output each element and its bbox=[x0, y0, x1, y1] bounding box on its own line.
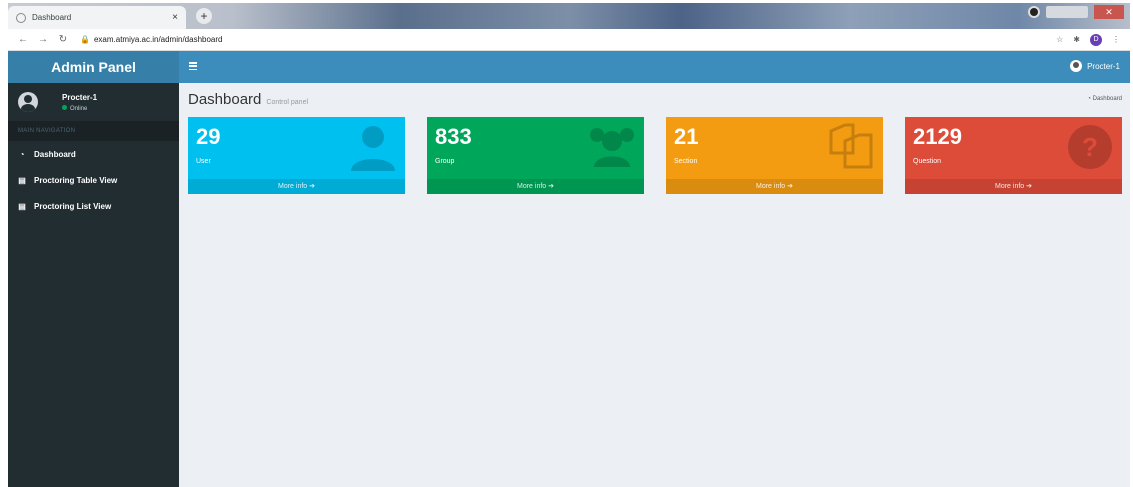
back-icon[interactable]: ← bbox=[16, 34, 30, 45]
online-dot-icon bbox=[62, 104, 67, 110]
more-info-link[interactable]: More info ➔ bbox=[188, 179, 405, 194]
user-panel: Procter-1 Online bbox=[8, 83, 179, 121]
user-icon bbox=[351, 126, 395, 171]
address-bar: ← → ↻ 🔒 exam.atmiya.ac.in/admin/dashboar… bbox=[8, 29, 1130, 51]
sidebar-item-label: Dashboard bbox=[34, 149, 76, 159]
bookmark-star-icon[interactable]: ☆ bbox=[1056, 35, 1063, 44]
window-close-button[interactable]: ✕ bbox=[1094, 5, 1124, 19]
browser-tab[interactable]: Dashboard × bbox=[8, 6, 186, 29]
sidebar-item-proctoring-table-view[interactable]: ▤ Proctoring Table View bbox=[8, 167, 179, 193]
sidebar: Admin Panel Procter-1 Online MAIN NAVIGA… bbox=[8, 51, 179, 487]
toolbar-icons: ☆ ✱ D ⋮ bbox=[1056, 33, 1130, 46]
content-header: Dashboard Control panel bbox=[188, 91, 308, 108]
minimize-maximize-buttons[interactable] bbox=[1046, 6, 1088, 18]
top-user-menu[interactable]: Procter-1 bbox=[1070, 60, 1120, 72]
stat-box-section: 21 Section More info ➔ bbox=[666, 117, 883, 194]
sidebar-item-proctoring-list-view[interactable]: ▤ Proctoring List View bbox=[8, 193, 179, 219]
top-navbar: Procter-1 bbox=[179, 51, 1130, 83]
tab-close-icon[interactable]: × bbox=[172, 12, 178, 23]
svg-text:?: ? bbox=[1082, 132, 1098, 162]
hamburger-menu-icon[interactable] bbox=[189, 62, 197, 70]
url-field[interactable]: exam.atmiya.ac.in/admin/dashboard bbox=[94, 35, 223, 44]
profile-avatar[interactable]: D bbox=[1090, 33, 1102, 46]
main-content: Dashboard Control panel ◔ Dashboard 29 U… bbox=[179, 83, 1130, 487]
more-info-link[interactable]: More info ➔ bbox=[427, 179, 644, 194]
admin-app: Admin Panel Procter-1 Online MAIN NAVIGA… bbox=[8, 51, 1130, 487]
page-subtitle: Control panel bbox=[266, 99, 309, 106]
reload-icon[interactable]: ↻ bbox=[56, 34, 70, 45]
question-icon: ? bbox=[1068, 125, 1112, 169]
user-avatar-icon bbox=[18, 92, 38, 112]
tab-title: Dashboard bbox=[32, 13, 72, 22]
dashboard-icon: ◔ bbox=[19, 149, 25, 159]
sidebar-item-label: Proctoring List View bbox=[34, 201, 112, 211]
nav-header: MAIN NAVIGATION bbox=[8, 121, 179, 141]
browser-profile-icon[interactable] bbox=[1028, 6, 1040, 18]
stat-boxes: 29 User More info ➔ 833 Group More info … bbox=[188, 117, 1130, 194]
tab-bar: Dashboard × + ✕ bbox=[8, 3, 1130, 29]
new-tab-button[interactable]: + bbox=[196, 8, 212, 24]
extensions-icon[interactable]: ✱ bbox=[1073, 35, 1080, 44]
menu-kebab-icon[interactable]: ⋮ bbox=[1112, 35, 1120, 44]
sidebar-item-dashboard[interactable]: ◔ Dashboard bbox=[8, 141, 179, 167]
stat-box-user: 29 User More info ➔ bbox=[188, 117, 405, 194]
app-logo[interactable]: Admin Panel bbox=[8, 51, 179, 83]
breadcrumb[interactable]: ◔ Dashboard bbox=[1087, 96, 1122, 102]
lock-icon[interactable]: 🔒 bbox=[80, 35, 90, 44]
stat-box-question: 2129 Question ? More info ➔ bbox=[905, 117, 1122, 194]
file-icon: ▤ bbox=[18, 175, 26, 185]
user-avatar-icon bbox=[1070, 60, 1083, 72]
user-name: Procter-1 bbox=[62, 92, 98, 102]
window-controls: ✕ bbox=[1028, 5, 1124, 19]
browser-window: Dashboard × + ✕ ← → ↻ 🔒 exam.atmiya.ac.i… bbox=[8, 3, 1130, 487]
more-info-link[interactable]: More info ➔ bbox=[905, 179, 1122, 194]
user-status: Online bbox=[62, 104, 97, 112]
forward-icon[interactable]: → bbox=[36, 34, 50, 45]
users-icon bbox=[590, 128, 634, 167]
stat-box-group: 833 Group More info ➔ bbox=[427, 117, 644, 194]
copy-icon bbox=[829, 123, 873, 169]
more-info-link[interactable]: More info ➔ bbox=[666, 179, 883, 194]
favicon-icon bbox=[16, 12, 26, 23]
page-title: Dashboard bbox=[188, 91, 262, 108]
file-icon: ▤ bbox=[18, 201, 26, 211]
top-user-name: Procter-1 bbox=[1087, 61, 1120, 71]
sidebar-item-label: Proctoring Table View bbox=[34, 175, 118, 185]
